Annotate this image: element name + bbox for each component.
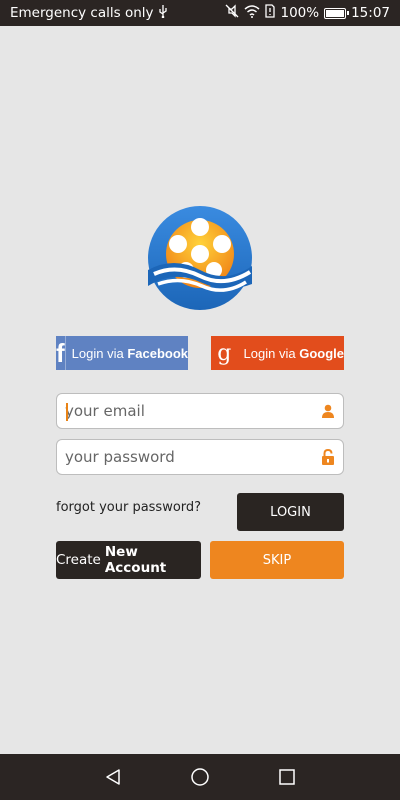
lock-icon (313, 449, 343, 465)
password-field[interactable] (57, 440, 313, 474)
home-icon[interactable] (180, 757, 220, 797)
facebook-login-prefix: Login via (71, 345, 124, 361)
wifi-icon (244, 4, 260, 22)
google-login-label: Login via Google (238, 346, 344, 361)
password-field-container (56, 439, 344, 475)
recents-icon[interactable] (267, 757, 307, 797)
facebook-icon: f (56, 336, 66, 370)
email-field-container (56, 393, 344, 429)
sim-icon (265, 4, 276, 22)
usb-icon (158, 4, 168, 22)
facebook-login-button[interactable]: f Login via Facebook (56, 336, 188, 370)
logo-icon (146, 204, 254, 312)
google-login-button[interactable]: g Login via Google (211, 336, 344, 370)
forgot-password-link[interactable]: forgot your password? (56, 500, 201, 515)
email-field[interactable] (57, 394, 313, 428)
create-account-prefix: Create (56, 552, 101, 568)
back-icon[interactable] (93, 757, 133, 797)
user-icon (313, 404, 343, 418)
google-login-prefix: Login via (243, 345, 296, 361)
create-account-button[interactable]: Create New Account (56, 541, 201, 579)
clock: 15:07 (351, 5, 390, 21)
carrier-text: Emergency calls only (10, 5, 154, 21)
status-bar: Emergency calls only 100% 15:07 (0, 0, 400, 26)
facebook-login-label: Login via Facebook (66, 346, 188, 361)
mute-icon (225, 4, 239, 22)
navigation-bar (0, 754, 400, 800)
google-icon: g (217, 340, 232, 366)
battery-icon (324, 7, 350, 19)
skip-button[interactable]: SKIP (210, 541, 344, 579)
facebook-login-bold: Facebook (127, 345, 189, 361)
battery-percent: 100% (280, 5, 320, 21)
create-account-bold: New Account (104, 544, 167, 576)
google-login-bold: Google (299, 345, 344, 361)
login-button[interactable]: LOGIN (237, 493, 344, 531)
text-cursor (66, 403, 68, 421)
